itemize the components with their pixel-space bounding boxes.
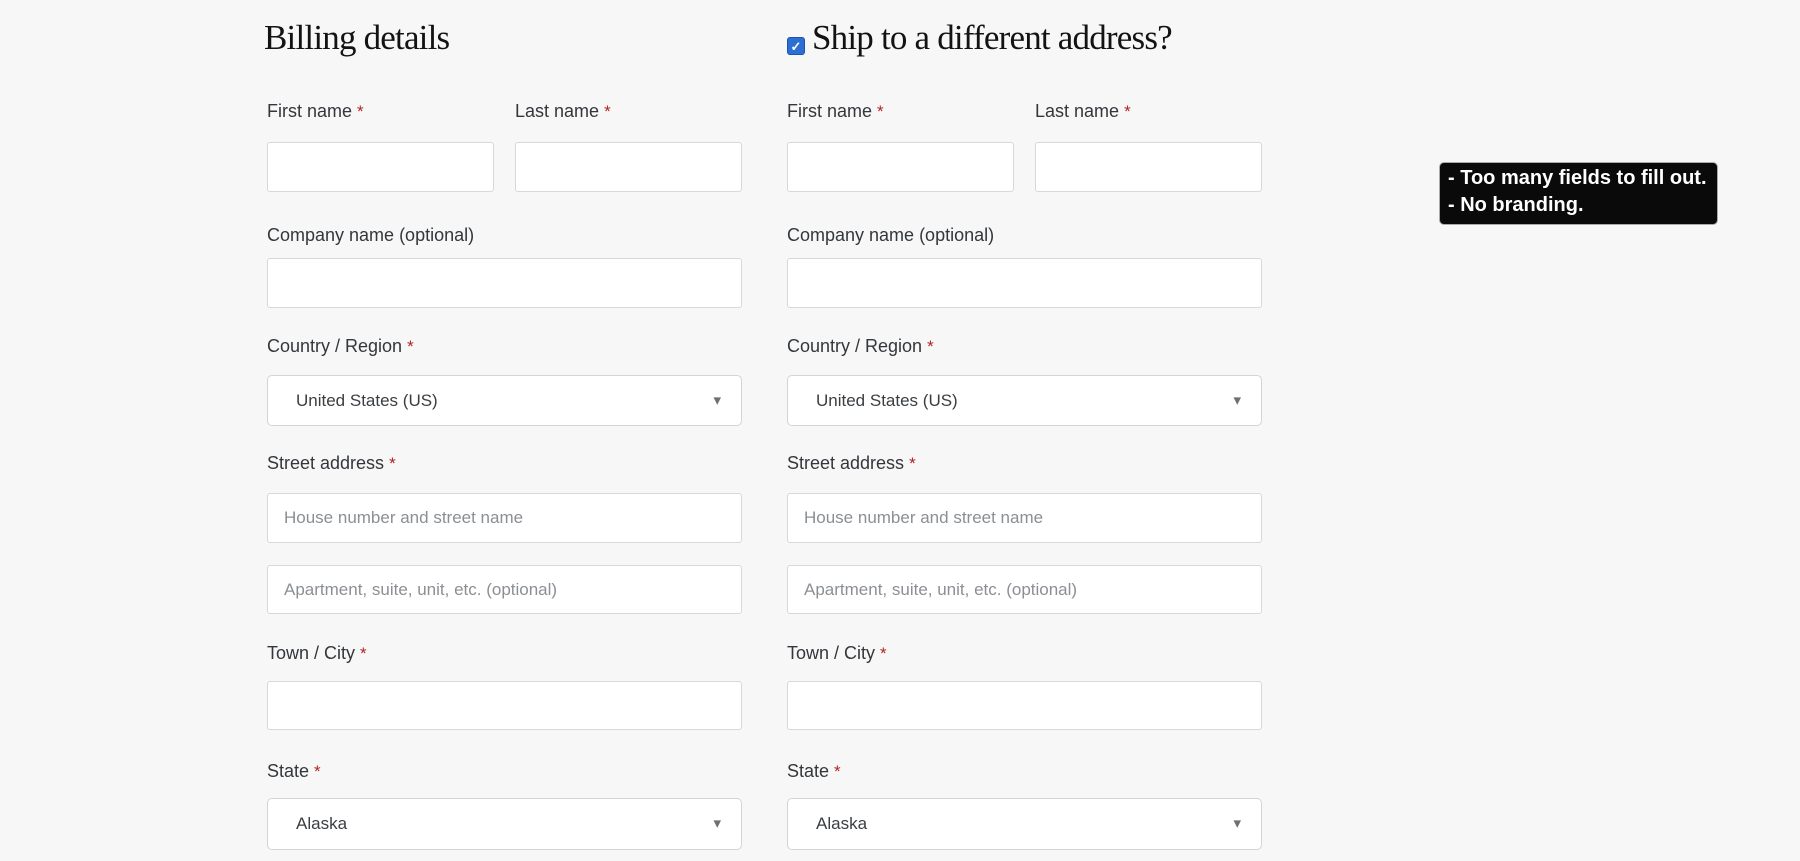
billing-section: Billing details First name * Last name * C… <box>264 0 742 861</box>
required-asterisk: * <box>834 762 841 781</box>
shipping-street-address2-input[interactable] <box>787 565 1262 614</box>
billing-street-label: Street address * <box>267 452 396 475</box>
selected-value: United States (US) <box>816 390 958 410</box>
shipping-street-label: Street address * <box>787 452 916 475</box>
billing-company-input[interactable] <box>267 258 742 308</box>
chevron-down-icon: ▾ <box>1233 814 1241 832</box>
shipping-country-label: Country / Region * <box>787 335 934 358</box>
billing-last-name-label: Last name * <box>515 100 611 123</box>
billing-state-select[interactable]: Alaska ▾ <box>267 798 742 850</box>
chevron-down-icon: ▾ <box>713 814 721 832</box>
shipping-first-name-label: First name * <box>787 100 884 123</box>
shipping-last-name-input[interactable] <box>1035 142 1262 192</box>
shipping-city-input[interactable] <box>787 681 1262 730</box>
label-text: Company name (optional) <box>267 225 475 245</box>
shipping-country-select[interactable]: United States (US) ▾ <box>787 375 1262 426</box>
required-asterisk: * <box>360 644 367 663</box>
chevron-down-icon: ▾ <box>713 391 721 409</box>
label-text: Town / City <box>267 643 356 663</box>
shipping-street-address1-input[interactable] <box>787 493 1262 543</box>
shipping-company-label: Company name (optional) <box>787 224 994 246</box>
required-asterisk: * <box>407 337 414 356</box>
required-asterisk: * <box>604 102 611 121</box>
required-asterisk: * <box>314 762 321 781</box>
required-asterisk: * <box>909 454 916 473</box>
required-asterisk: * <box>880 644 887 663</box>
required-asterisk: * <box>927 337 934 356</box>
shipping-first-name-input[interactable] <box>787 142 1014 192</box>
label-text: Street address <box>787 453 905 473</box>
required-asterisk: * <box>357 102 364 121</box>
billing-last-name-input[interactable] <box>515 142 742 192</box>
billing-title: Billing details <box>264 18 450 57</box>
selected-value: United States (US) <box>296 390 438 410</box>
selected-value: Alaska <box>816 814 868 833</box>
checkmark-icon: ✓ <box>790 38 802 54</box>
billing-first-name-label: First name * <box>267 100 364 123</box>
ship-different-address-checkbox[interactable]: ✓ <box>787 37 805 55</box>
label-text: State <box>267 761 310 781</box>
label-text: State <box>787 761 830 781</box>
selected-value: Alaska <box>296 814 348 833</box>
shipping-last-name-label: Last name * <box>1035 100 1131 123</box>
shipping-company-input[interactable] <box>787 258 1262 308</box>
chevron-down-icon: ▾ <box>1233 391 1241 409</box>
required-asterisk: * <box>877 102 884 121</box>
billing-city-input[interactable] <box>267 681 742 730</box>
shipping-title[interactable]: Ship to a different address? <box>812 18 1173 58</box>
label-text: First name <box>787 101 873 121</box>
billing-street-address1-input[interactable] <box>267 493 742 543</box>
shipping-city-label: Town / City * <box>787 642 887 665</box>
required-asterisk: * <box>1124 102 1131 121</box>
label-text: Last name <box>1035 101 1120 121</box>
annotation-line: - No branding. <box>1448 194 1584 216</box>
billing-country-select[interactable]: United States (US) ▾ <box>267 375 742 426</box>
shipping-section: ✓ Ship to a different address? First nam… <box>787 0 1262 861</box>
required-asterisk: * <box>389 454 396 473</box>
billing-country-label: Country / Region * <box>267 335 414 358</box>
billing-city-label: Town / City * <box>267 642 367 665</box>
shipping-state-select[interactable]: Alaska ▾ <box>787 798 1262 850</box>
label-text: Country / Region <box>787 336 923 356</box>
label-text: Town / City <box>787 643 876 663</box>
shipping-state-label: State * <box>787 760 841 783</box>
billing-company-label: Company name (optional) <box>267 224 474 246</box>
annotation-note: - Too many fields to fill out. - No bran… <box>1439 162 1718 225</box>
label-text: Country / Region <box>267 336 403 356</box>
annotation-line: - Too many fields to fill out. <box>1448 167 1707 189</box>
label-text: Street address <box>267 453 385 473</box>
billing-state-label: State * <box>267 760 321 783</box>
label-text: First name <box>267 101 353 121</box>
label-text: Last name <box>515 101 600 121</box>
label-text: Company name (optional) <box>787 225 995 245</box>
billing-street-address2-input[interactable] <box>267 565 742 614</box>
billing-first-name-input[interactable] <box>267 142 494 192</box>
